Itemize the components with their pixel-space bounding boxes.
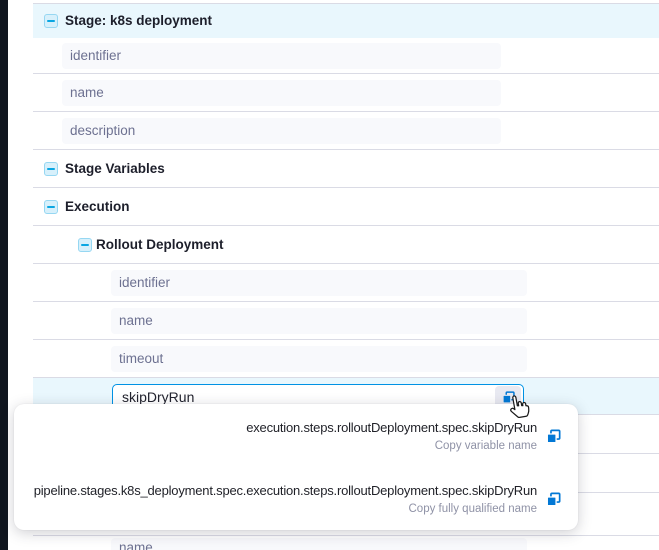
variable-name-field[interactable]: identifier: [111, 270, 527, 296]
variable-row: name: [33, 302, 659, 340]
tree-row-execution[interactable]: Execution: [33, 188, 659, 226]
fqn-text: pipeline.stages.k8s_deployment.spec.exec…: [34, 482, 537, 499]
variable-name-field[interactable]: name: [111, 538, 527, 550]
variable-row: identifier: [33, 264, 659, 302]
copy-caption: Copy fully qualified name: [34, 502, 537, 516]
variable-name-field[interactable]: name: [62, 80, 501, 106]
variable-name-text: execution.steps.rolloutDeployment.spec.s…: [246, 419, 537, 436]
variable-name-field[interactable]: description: [62, 118, 501, 144]
tree-group-label: Stage Variables: [65, 161, 165, 176]
variable-name-field[interactable]: name: [111, 308, 527, 334]
collapse-icon[interactable]: [78, 238, 92, 252]
tree-row-stage[interactable]: Stage: k8s deployment: [33, 4, 659, 38]
copy-variable-name-item[interactable]: execution.steps.rolloutDeployment.spec.s…: [22, 419, 562, 453]
copy-popup: execution.steps.rolloutDeployment.spec.s…: [14, 404, 578, 530]
copy-caption: Copy variable name: [246, 439, 537, 453]
collapse-icon[interactable]: [44, 162, 58, 176]
tree-row-stage-variables[interactable]: Stage Variables: [33, 150, 659, 188]
collapse-icon[interactable]: [44, 200, 58, 214]
tree-group-label: Rollout Deployment: [96, 237, 224, 252]
copy-icon: [545, 428, 562, 445]
tree-group-label: Stage: k8s deployment: [65, 13, 212, 28]
copy-fqn-item[interactable]: pipeline.stages.k8s_deployment.spec.exec…: [22, 482, 562, 516]
variable-name-field[interactable]: identifier: [62, 43, 501, 69]
variable-row: name: [33, 536, 659, 550]
tree-group-label: Execution: [65, 199, 130, 214]
copy-icon: [545, 491, 562, 508]
collapse-icon[interactable]: [44, 14, 58, 28]
variable-row: timeout: [33, 340, 659, 378]
variable-name-field[interactable]: timeout: [111, 346, 527, 372]
variable-row: identifier: [33, 38, 659, 74]
tree-row-rollout-deployment[interactable]: Rollout Deployment: [33, 226, 659, 264]
copy-icon: [501, 390, 516, 405]
variable-row: name: [33, 74, 659, 112]
left-dark-strip: [0, 0, 8, 550]
variable-row: description: [33, 112, 659, 150]
variables-tree-panel: Stage: k8s deployment identifier name de…: [0, 0, 659, 550]
